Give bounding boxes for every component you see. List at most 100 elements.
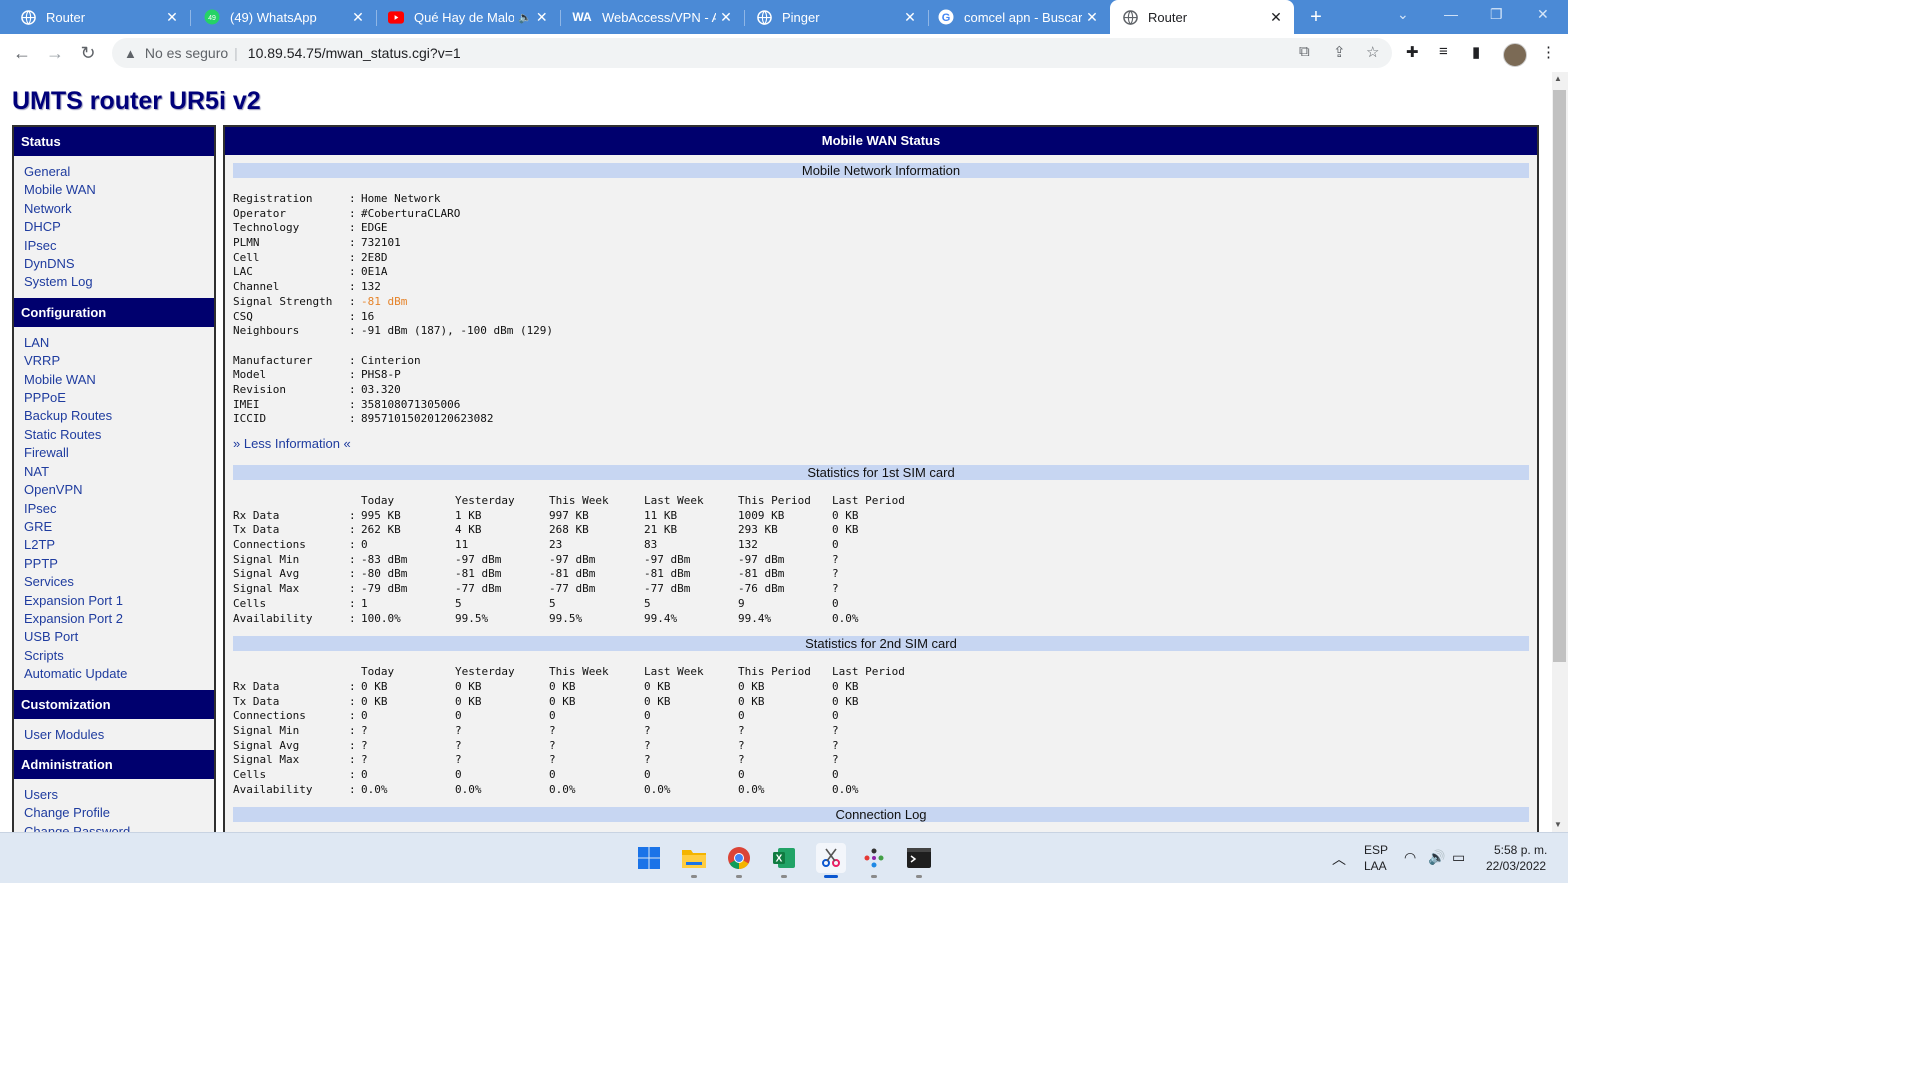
- forward-button[interactable]: →: [44, 42, 66, 64]
- share-icon[interactable]: ⇪: [1333, 43, 1346, 61]
- sidebar-link-expansion-port-1[interactable]: Expansion Port 1: [24, 592, 204, 610]
- close-window-button[interactable]: ✕: [1537, 6, 1549, 23]
- back-button[interactable]: ←: [11, 42, 33, 64]
- wifi-icon[interactable]: ◠: [1404, 849, 1416, 866]
- sidebar-link-mobile-wan[interactable]: Mobile WAN: [24, 371, 204, 389]
- sidebar-link-user-modules[interactable]: User Modules: [24, 726, 204, 744]
- sidebar-link-vrrp[interactable]: VRRP: [24, 352, 204, 370]
- volume-icon[interactable]: 🔊: [1428, 849, 1445, 866]
- language-indicator[interactable]: ESP: [1364, 843, 1388, 857]
- battery-icon[interactable]: ▭: [1452, 849, 1465, 866]
- stats-colon: :: [349, 582, 356, 596]
- bookmark-star-icon[interactable]: ☆: [1366, 43, 1379, 61]
- stats-row: Signal Avg: -80 dBm -81 dBm -81 dBm -81 dBm -…: [233, 567, 1537, 582]
- stats-colon: :: [349, 538, 356, 552]
- stats-row-label: Signal Max: [233, 753, 300, 767]
- sidebar-link-change-password[interactable]: Change Password: [24, 823, 204, 832]
- less-information-link[interactable]: » Less Information «: [233, 436, 351, 451]
- sidebar-link-system-log[interactable]: System Log: [24, 273, 204, 291]
- sidebar-link-users[interactable]: Users: [24, 786, 204, 804]
- tab-router-1[interactable]: Router ✕: [0, 0, 190, 34]
- scroll-up-arrow-icon[interactable]: ▲: [1554, 74, 1562, 83]
- network-app-icon[interactable]: [861, 845, 887, 871]
- close-icon[interactable]: ✕: [900, 9, 920, 26]
- webaccess-icon: WA: [572, 10, 592, 24]
- tab-label: Router: [1148, 9, 1188, 25]
- security-label[interactable]: No es seguro: [145, 45, 228, 61]
- stats-cell: 0: [361, 538, 368, 552]
- sidebar-link-automatic-update[interactable]: Automatic Update: [24, 665, 204, 683]
- close-icon[interactable]: ✕: [532, 9, 552, 26]
- restore-button[interactable]: ❐: [1490, 6, 1503, 23]
- close-icon[interactable]: ✕: [348, 9, 368, 26]
- sidebar-link-scripts[interactable]: Scripts: [24, 647, 204, 665]
- tab-whatsapp[interactable]: 49 (49) WhatsApp ✕: [190, 0, 376, 34]
- speaker-icon[interactable]: 🔈: [518, 11, 532, 24]
- snipping-tool-icon[interactable]: [816, 843, 846, 873]
- side-panel-icon[interactable]: ▮: [1472, 43, 1480, 61]
- close-icon[interactable]: ✕: [1266, 9, 1286, 26]
- sidebar-link-lan[interactable]: LAN: [24, 334, 204, 352]
- tab-label: Qué Hay de Malo: [414, 9, 514, 25]
- sidebar-link-general[interactable]: General: [24, 163, 204, 181]
- clock-date[interactable]: 22/03/2022: [1486, 859, 1546, 873]
- stats-cell: 0 KB: [549, 694, 576, 708]
- stats-cell: 0: [644, 709, 651, 723]
- extensions-puzzle-icon[interactable]: ✚: [1406, 43, 1419, 61]
- info-row: Manufacturer: Cinterion: [233, 354, 1537, 369]
- scrollbar-thumb[interactable]: [1553, 90, 1566, 662]
- stats-column-header: This Week: [549, 494, 609, 507]
- menu-kebab-icon[interactable]: ⋮: [1541, 43, 1556, 61]
- profile-avatar[interactable]: [1503, 43, 1527, 67]
- windows-start-icon[interactable]: [636, 845, 662, 871]
- sidebar-link-openvpn[interactable]: OpenVPN: [24, 481, 204, 499]
- sidebar-link-expansion-port-2[interactable]: Expansion Port 2: [24, 610, 204, 628]
- keyboard-layout-indicator[interactable]: LAA: [1364, 859, 1387, 873]
- terminal-icon[interactable]: [906, 845, 932, 871]
- sidebar-link-ipsec[interactable]: IPsec: [24, 500, 204, 518]
- translate-icon[interactable]: ⧉: [1299, 43, 1310, 60]
- info-value: Home Network: [361, 192, 441, 205]
- sidebar-link-network[interactable]: Network: [24, 200, 204, 218]
- tab-pinger[interactable]: Pinger ✕: [744, 0, 928, 34]
- sidebar-link-pppoe[interactable]: PPPoE: [24, 389, 204, 407]
- close-icon[interactable]: ✕: [1082, 9, 1102, 26]
- warning-icon[interactable]: ▲: [124, 46, 137, 61]
- sidebar-link-dhcp[interactable]: DHCP: [24, 218, 204, 236]
- tab-search-icon[interactable]: ⌄: [1397, 6, 1409, 23]
- sidebar-link-static-routes[interactable]: Static Routes: [24, 426, 204, 444]
- sidebar-link-l2tp[interactable]: L2TP: [24, 536, 204, 554]
- clock-time[interactable]: 5:58 p. m.: [1494, 843, 1547, 857]
- file-explorer-icon[interactable]: [681, 845, 707, 871]
- sidebar-link-backup-routes[interactable]: Backup Routes: [24, 407, 204, 425]
- sidebar-link-dyndns[interactable]: DynDNS: [24, 255, 204, 273]
- url-text[interactable]: 10.89.54.75/mwan_status.cgi?v=1: [248, 45, 461, 61]
- sidebar-link-usb-port[interactable]: USB Port: [24, 628, 204, 646]
- sidebar-link-nat[interactable]: NAT: [24, 463, 204, 481]
- close-icon[interactable]: ✕: [716, 9, 736, 26]
- sidebar-link-services[interactable]: Services: [24, 573, 204, 591]
- sidebar-link-gre[interactable]: GRE: [24, 518, 204, 536]
- tab-webaccess[interactable]: WA WebAccess/VPN - Ad ✕: [560, 0, 744, 34]
- tab-google-search[interactable]: G comcel apn - Buscar ✕: [928, 0, 1110, 34]
- new-tab-button[interactable]: +: [1305, 6, 1327, 29]
- tab-router-active[interactable]: Router ✕: [1110, 0, 1294, 34]
- sidebar-link-mobile-wan[interactable]: Mobile WAN: [24, 181, 204, 199]
- chrome-icon[interactable]: [726, 845, 752, 871]
- sidebar-link-pptp[interactable]: PPTP: [24, 555, 204, 573]
- windows-taskbar: X ︿ ESP LAA ◠ 🔊 ▭ 5:58 p. m. 22/03/2022: [0, 832, 1568, 883]
- sidebar-link-ipsec[interactable]: IPsec: [24, 237, 204, 255]
- stats-row: Connections:0 0 0 0 0 0: [233, 709, 1537, 724]
- sidebar-link-change-profile[interactable]: Change Profile: [24, 804, 204, 822]
- reload-button[interactable]: ↻: [77, 42, 99, 64]
- media-control-icon[interactable]: ≡: [1439, 43, 1448, 60]
- close-icon[interactable]: ✕: [162, 9, 182, 26]
- address-bar[interactable]: ▲ No es seguro | 10.89.54.75/mwan_status…: [112, 38, 1392, 68]
- show-hidden-icons-chevron-icon[interactable]: ︿: [1332, 849, 1346, 869]
- minimize-button[interactable]: —: [1444, 6, 1458, 22]
- excel-icon[interactable]: X: [771, 845, 797, 871]
- scroll-down-arrow-icon[interactable]: ▼: [1554, 820, 1562, 829]
- sidebar-link-firewall[interactable]: Firewall: [24, 444, 204, 462]
- tab-label: comcel apn - Buscar: [964, 9, 1082, 25]
- tab-youtube[interactable]: Qué Hay de Malo 🔈 ✕: [376, 0, 560, 34]
